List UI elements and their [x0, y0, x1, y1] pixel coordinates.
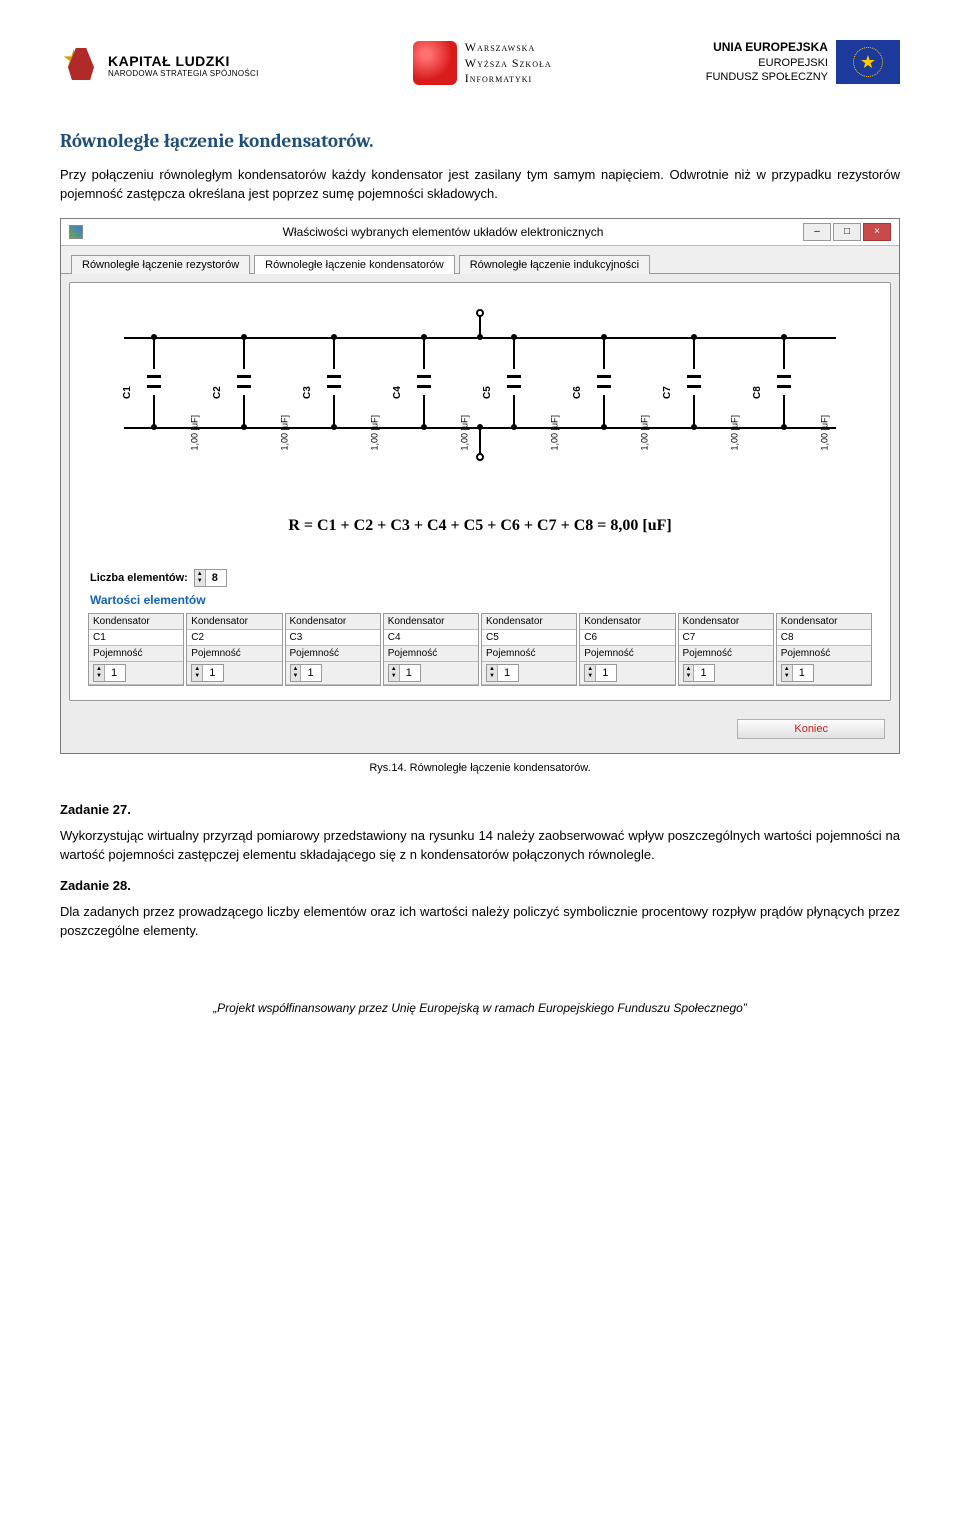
wsi-line1: Warszawska	[465, 40, 552, 56]
eu-line1: UNIA EUROPEJSKA	[706, 40, 828, 56]
footer: „Projekt współfinansowany przez Unię Eur…	[60, 1001, 900, 1015]
kl-title: KAPITAŁ LUDZKI	[108, 53, 259, 69]
maximize-button[interactable]: □	[833, 223, 861, 241]
cap-value-stepper[interactable]: ▲▼1	[93, 664, 126, 682]
cap-name-input[interactable]: C5	[482, 630, 576, 646]
cap-c5: C5 1,00 [uF]	[484, 337, 544, 427]
formula: R = C1 + C2 + C3 + C4 + C5 + C6 + C7 + C…	[84, 517, 876, 535]
cap-value-stepper[interactable]: ▲▼1	[191, 664, 224, 682]
figure-caption: Rys.14. Równoległe łączenie kondensatoró…	[60, 762, 900, 774]
tabstrip: Równoległe łączenie rezystorów Równoległ…	[61, 246, 899, 274]
cap-value-stepper[interactable]: ▲▼1	[584, 664, 617, 682]
close-button[interactable]: ×	[863, 223, 891, 241]
end-button[interactable]: Koniec	[737, 719, 885, 739]
cap-name-input[interactable]: C2	[187, 630, 281, 646]
tab-resistors[interactable]: Równoległe łączenie rezystorów	[71, 255, 250, 274]
cap-name-input[interactable]: C3	[286, 630, 380, 646]
wsi-line3: Informatyki	[465, 71, 552, 87]
kl-icon: ★	[60, 40, 100, 90]
terminal-top	[476, 309, 484, 317]
section-title: Równoległe łączenie kondensatorów.	[60, 130, 900, 152]
count-row: Liczba elementów: ▲▼ 8	[90, 569, 876, 587]
header-logos: ★ KAPITAŁ LUDZKI NARODOWA STRATEGIA SPÓJ…	[60, 40, 900, 90]
cap-c4: C4 1,00 [uF]	[394, 337, 454, 427]
eu-line3: FUNDUSZ SPOŁECZNY	[706, 70, 828, 84]
circuit-diagram: C1 1,00 [uF] C2 1,00 [uF] C3 1,00 [uF]	[94, 307, 866, 497]
app-icon	[69, 225, 83, 239]
cap-c6: C6 1,00 [uF]	[574, 337, 634, 427]
cap-value-stepper[interactable]: ▲▼1	[683, 664, 716, 682]
cap-name-input[interactable]: C1	[89, 630, 183, 646]
cap-name-input[interactable]: C8	[777, 630, 871, 646]
count-label: Liczba elementów:	[90, 572, 188, 584]
footer-prefix: „Projekt współfinansowany przez Unię Eur…	[213, 1001, 673, 1015]
cap-c3: C3 1,00 [uF]	[304, 337, 364, 427]
main-panel: C1 1,00 [uF] C2 1,00 [uF] C3 1,00 [uF]	[69, 282, 891, 701]
grid-header: Kondensator	[89, 614, 183, 630]
eu-flag-icon: ★	[836, 40, 900, 84]
task-27-label: Zadanie 27.	[60, 802, 900, 817]
footer-suffix: Społecznego”	[673, 1001, 746, 1015]
logo-eu: UNIA EUROPEJSKA EUROPEJSKI FUNDUSZ SPOŁE…	[706, 40, 900, 84]
task-28-label: Zadanie 28.	[60, 878, 900, 893]
cap-value-stepper[interactable]: ▲▼1	[486, 664, 519, 682]
cap-c8: C8 1,00 [uF]	[754, 337, 814, 427]
cap-value-stepper[interactable]: ▲▼1	[290, 664, 323, 682]
logo-wsi: Warszawska Wyższa Szkoła Informatyki	[413, 40, 552, 87]
count-stepper[interactable]: ▲▼ 8	[194, 569, 227, 587]
task-28-body: Dla zadanych przez prowadzącego liczby e…	[60, 903, 900, 941]
values-section-label: Wartości elementów	[90, 593, 876, 607]
cap-name-input[interactable]: C4	[384, 630, 478, 646]
eu-line2: EUROPEJSKI	[706, 56, 828, 70]
wsi-icon	[413, 41, 457, 85]
grid-row-label: Pojemność	[89, 646, 183, 662]
cap-c7: C7 1,00 [uF]	[664, 337, 724, 427]
tab-capacitors[interactable]: Równoległe łączenie kondensatorów	[254, 255, 455, 274]
intro-paragraph: Przy połączeniu równoległym kondensatoró…	[60, 166, 900, 204]
window-title: Właściwości wybranych elementów układów …	[83, 225, 803, 239]
titlebar: Właściwości wybranych elementów układów …	[61, 219, 899, 246]
minimize-button[interactable]: –	[803, 223, 831, 241]
cap-name-input[interactable]: C7	[679, 630, 773, 646]
task-27-body: Wykorzystując wirtualny przyrząd pomiaro…	[60, 827, 900, 865]
wsi-line2: Wyższa Szkoła	[465, 56, 552, 72]
tab-inductors[interactable]: Równoległe łączenie indukcyjności	[459, 255, 650, 274]
cap-name-input[interactable]: C6	[580, 630, 674, 646]
cap-value-stepper[interactable]: ▲▼1	[781, 664, 814, 682]
cap-c2: C2 1,00 [uF]	[214, 337, 274, 427]
cap-c1: C1 1,00 [uF]	[124, 337, 184, 427]
values-grid: Kondensator C1 Pojemność ▲▼1 Kondensator…	[88, 613, 872, 686]
kl-subtitle: NARODOWA STRATEGIA SPÓJNOŚCI	[108, 69, 259, 78]
terminal-bottom	[476, 453, 484, 461]
app-window: Właściwości wybranych elementów układów …	[60, 218, 900, 754]
cap-value-stepper[interactable]: ▲▼1	[388, 664, 421, 682]
logo-kapital-ludzki: ★ KAPITAŁ LUDZKI NARODOWA STRATEGIA SPÓJ…	[60, 40, 259, 90]
